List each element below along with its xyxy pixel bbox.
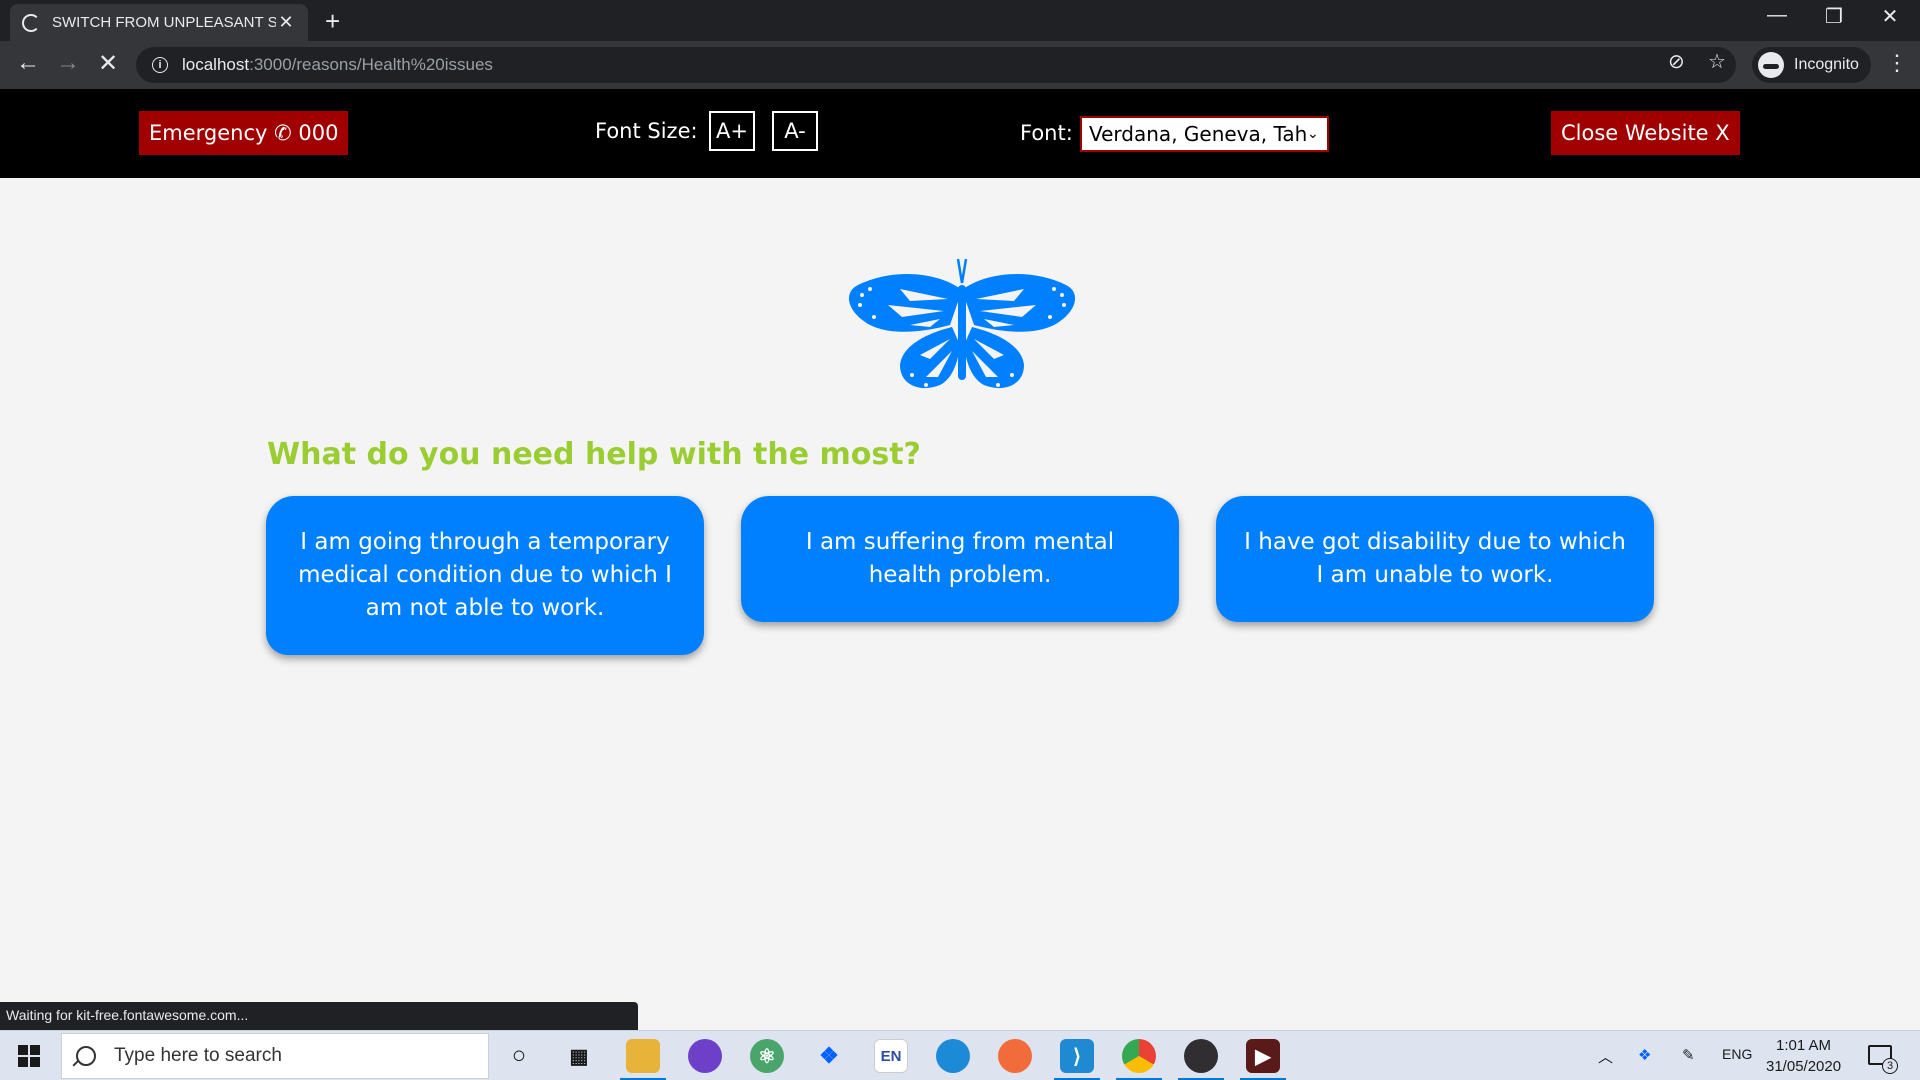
font-size-label: Font Size: [595, 119, 698, 143]
incognito-icon [1758, 52, 1784, 78]
bookmark-star-icon[interactable]: ☆ [1708, 49, 1726, 74]
github-desktop-icon[interactable] [688, 1039, 722, 1073]
edge-icon[interactable] [936, 1039, 970, 1073]
decrease-font-button[interactable]: A- [772, 111, 818, 151]
cortana-icon[interactable]: ○ [502, 1039, 536, 1073]
option-disability[interactable]: I have got disability due to which I am … [1216, 496, 1654, 622]
restore-window-button[interactable]: ❐ [1806, 4, 1862, 29]
font-label: Font: [1020, 121, 1073, 145]
tray-pen-icon[interactable]: ✎ [1682, 1046, 1695, 1064]
forward-button[interactable]: → [52, 49, 84, 77]
media-player-icon[interactable]: ▶ [1240, 1039, 1286, 1080]
tab-close-icon[interactable]: ✕ [276, 12, 296, 33]
close-website-button[interactable]: Close Website X [1551, 111, 1740, 155]
new-tab-button[interactable]: + [325, 6, 340, 37]
notification-count-badge: 3 [1882, 1058, 1898, 1074]
incognito-profile-button[interactable]: Incognito [1752, 47, 1871, 83]
browser-tab-bar: SWITCH FROM UNPLEASANT SC ✕ + — ❐ ✕ [0, 0, 1920, 41]
file-explorer-icon[interactable] [620, 1039, 666, 1080]
site-info-icon[interactable]: i [152, 57, 168, 73]
en-input-icon[interactable]: EN [874, 1039, 908, 1073]
back-button[interactable]: ← [12, 49, 44, 77]
font-select-value: Verdana, Geneva, Tahoma, sans-serif [1089, 122, 1307, 146]
minimize-window-button[interactable]: — [1749, 4, 1805, 27]
tray-dropbox-icon[interactable]: ❖ [1638, 1046, 1651, 1064]
vscode-icon[interactable]: ⟩ [1054, 1039, 1100, 1080]
option-temporary-medical-condition[interactable]: I am going through a temporary medical c… [266, 496, 704, 655]
taskbar-search-placeholder: Type here to search [114, 1045, 282, 1066]
option-mental-health[interactable]: I am suffering from mental health proble… [741, 496, 1179, 622]
clock-time: 1:01 AM [1776, 1037, 1832, 1054]
windows-start-icon[interactable] [18, 1045, 40, 1067]
clock-date: 31/05/2020 [1766, 1058, 1842, 1075]
emergency-button[interactable]: Emergency ✆ 000 [139, 111, 349, 155]
butterfly-logo [848, 258, 1076, 389]
url-path: :3000/reasons/Health%20issues [249, 55, 493, 74]
increase-font-button[interactable]: A+ [709, 111, 755, 151]
site-header: Emergency ✆ 000 Font Size: A+ A- Font: V… [0, 89, 1920, 178]
browser-status-text: Waiting for kit-free.fontawesome.com... [0, 1002, 638, 1030]
address-bar[interactable]: i localhost :3000/reasons/Health%20issue… [136, 47, 1736, 83]
atom-icon[interactable]: ⚛ [750, 1039, 784, 1073]
postman-icon[interactable] [998, 1039, 1032, 1073]
task-view-icon[interactable]: ▦ [562, 1039, 596, 1073]
font-family-select[interactable]: Verdana, Geneva, Tahoma, sans-serif ⌄ [1080, 116, 1329, 152]
url-host: localhost [182, 55, 250, 74]
browser-menu-icon[interactable]: ⋮ [1886, 50, 1908, 76]
obs-icon[interactable] [1178, 1039, 1224, 1080]
close-window-button[interactable]: ✕ [1862, 4, 1918, 29]
chrome-icon[interactable] [1116, 1039, 1162, 1080]
stop-loading-button[interactable]: ✕ [92, 49, 124, 78]
taskbar-clock[interactable]: 1:01 AM 31/05/2020 [1766, 1035, 1841, 1077]
browser-toolbar: ← → ✕ i localhost :3000/reasons/Health%2… [0, 41, 1920, 89]
search-icon [76, 1046, 96, 1066]
tracking-blocked-icon[interactable]: ⊘ [1668, 49, 1685, 74]
page-question: What do you need help with the most? [267, 437, 921, 472]
language-indicator[interactable]: ENG [1722, 1046, 1752, 1062]
tab-title: SWITCH FROM UNPLEASANT SC [52, 14, 276, 31]
windows-taskbar: Type here to search ○ ▦ ⚛ ❖ EN ⟩ ▶ ︿ ❖ ✎… [0, 1030, 1920, 1080]
chevron-down-icon: ⌄ [1307, 126, 1319, 142]
browser-tab[interactable]: SWITCH FROM UNPLEASANT SC ✕ [10, 4, 308, 41]
incognito-label: Incognito [1794, 56, 1859, 73]
taskbar-search-box[interactable]: Type here to search [61, 1033, 489, 1079]
dropbox-icon[interactable]: ❖ [812, 1039, 846, 1073]
tray-overflow-chevron-icon[interactable]: ︿ [1598, 1046, 1613, 1067]
loading-spinner-icon [22, 13, 40, 32]
